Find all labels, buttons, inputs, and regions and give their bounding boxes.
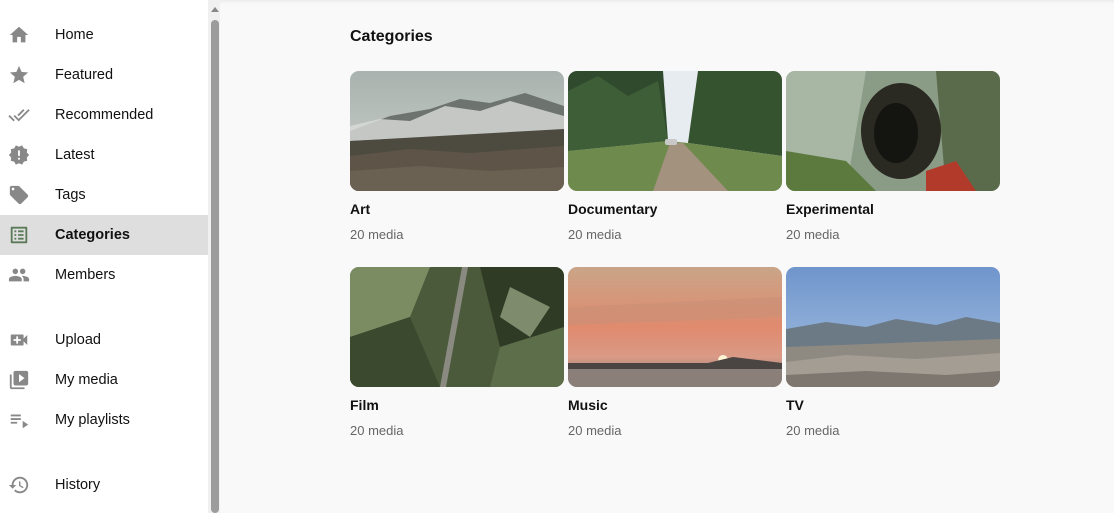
sidebar-item-upload[interactable]: Upload bbox=[0, 320, 208, 360]
sidebar-item-my-media[interactable]: My media bbox=[0, 360, 208, 400]
double-check-icon bbox=[7, 104, 31, 126]
home-icon bbox=[7, 24, 31, 46]
sidebar-item-recommended[interactable]: Recommended bbox=[0, 95, 208, 135]
category-name[interactable]: Experimental bbox=[786, 201, 874, 217]
sidebar: Home Featured Recommended Latest Tags Ca… bbox=[0, 0, 208, 513]
sidebar-item-my-playlists[interactable]: My playlists bbox=[0, 400, 208, 440]
category-thumbnail[interactable] bbox=[786, 267, 1000, 387]
sidebar-item-label: My media bbox=[55, 372, 118, 388]
sidebar-item-label: Members bbox=[55, 267, 116, 283]
star-icon bbox=[7, 64, 31, 86]
category-thumbnail[interactable] bbox=[568, 267, 782, 387]
category-name[interactable]: Film bbox=[350, 397, 379, 413]
sidebar-item-label: Home bbox=[55, 27, 94, 43]
sidebar-item-label: Tags bbox=[55, 187, 86, 203]
page-title: Categories bbox=[350, 28, 433, 45]
sidebar-item-label: History bbox=[55, 477, 101, 493]
sidebar-item-label: Featured bbox=[55, 67, 114, 83]
category-media-count: 20 media bbox=[568, 423, 622, 438]
category-name[interactable]: Documentary bbox=[568, 201, 657, 217]
sidebar-item-label: Upload bbox=[55, 332, 101, 348]
category-thumbnail[interactable] bbox=[786, 71, 1000, 191]
category-name[interactable]: TV bbox=[786, 397, 804, 413]
sidebar-item-categories[interactable]: Categories bbox=[0, 215, 208, 255]
sidebar-item-tags[interactable]: Tags bbox=[0, 175, 208, 215]
sidebar-scrollbar-thumb[interactable] bbox=[211, 20, 219, 513]
video-library-icon bbox=[7, 369, 31, 391]
category-thumbnail[interactable] bbox=[350, 71, 564, 191]
category-thumbnail[interactable] bbox=[350, 267, 564, 387]
category-card-music[interactable]: Music 20 media bbox=[568, 267, 782, 447]
tag-icon bbox=[7, 184, 31, 206]
people-icon bbox=[7, 264, 31, 286]
video-add-icon bbox=[7, 329, 31, 351]
category-card-film[interactable]: Film 20 media bbox=[350, 267, 564, 447]
new-releases-icon bbox=[7, 144, 31, 166]
category-card-documentary[interactable]: Documentary 20 media bbox=[568, 71, 782, 251]
sidebar-item-label: Latest bbox=[55, 147, 95, 163]
category-media-count: 20 media bbox=[350, 423, 404, 438]
sidebar-item-members[interactable]: Members bbox=[0, 255, 208, 295]
category-name[interactable]: Art bbox=[350, 201, 370, 217]
header-shadow bbox=[220, 0, 1114, 4]
sidebar-item-home[interactable]: Home bbox=[0, 15, 208, 55]
sidebar-item-label: Recommended bbox=[55, 107, 154, 123]
playlist-icon bbox=[7, 409, 31, 431]
sidebar-item-label: My playlists bbox=[55, 412, 130, 428]
list-icon bbox=[7, 224, 31, 246]
category-card-art[interactable]: Art 20 media bbox=[350, 71, 564, 251]
category-media-count: 20 media bbox=[568, 227, 622, 242]
category-thumbnail[interactable] bbox=[568, 71, 782, 191]
history-icon bbox=[7, 474, 31, 496]
category-card-experimental[interactable]: Experimental 20 media bbox=[786, 71, 1000, 251]
sidebar-item-featured[interactable]: Featured bbox=[0, 55, 208, 95]
category-card-tv[interactable]: TV 20 media bbox=[786, 267, 1000, 447]
category-media-count: 20 media bbox=[350, 227, 404, 242]
sidebar-item-latest[interactable]: Latest bbox=[0, 135, 208, 175]
sidebar-item-history[interactable]: History bbox=[0, 465, 208, 505]
category-media-count: 20 media bbox=[786, 423, 840, 438]
category-media-count: 20 media bbox=[786, 227, 840, 242]
sidebar-item-label: Categories bbox=[55, 227, 130, 243]
scroll-up-arrow-icon[interactable] bbox=[211, 7, 219, 12]
category-name[interactable]: Music bbox=[568, 397, 608, 413]
